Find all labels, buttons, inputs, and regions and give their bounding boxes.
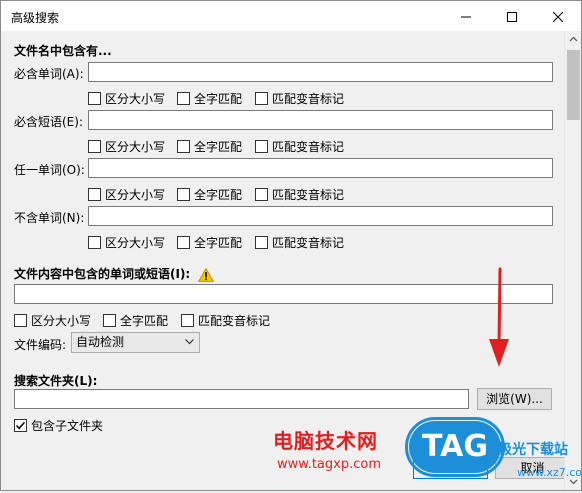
- encoding-label: 文件编码:: [14, 338, 67, 352]
- minimize-icon: [461, 16, 471, 17]
- must-phrase-input[interactable]: [88, 110, 553, 130]
- any-word-whole-checkbox[interactable]: 全字匹配: [177, 186, 242, 203]
- maximize-icon: [507, 11, 517, 22]
- content-section-title: 文件内容中包含的单词或短语(I):: [14, 265, 215, 282]
- tag-logo: TAG: [409, 421, 501, 473]
- maximize-button[interactable]: [489, 1, 535, 31]
- close-button[interactable]: [535, 1, 581, 31]
- window-title: 高级搜索: [11, 11, 60, 25]
- include-subfolders-checkbox[interactable]: 包含子文件夹: [14, 417, 103, 434]
- exclude-words-input[interactable]: [88, 206, 553, 226]
- encoding-select[interactable]: 自动检测: [71, 332, 200, 353]
- any-word-case-checkbox[interactable]: 区分大小写: [88, 186, 165, 203]
- watermark-site-name: 电脑技术网: [273, 429, 378, 453]
- scroll-up-button[interactable]: [565, 31, 582, 48]
- watermark-site-url: www.tagxp.com: [277, 457, 381, 472]
- exclude-words-whole-checkbox[interactable]: 全字匹配: [177, 234, 242, 251]
- any-word-diacritic-checkbox[interactable]: 匹配变音标记: [255, 186, 344, 203]
- filename-section-title: 文件名中包含有...: [14, 44, 112, 58]
- advanced-search-window: 高级搜索 文件名中包含有... 必含单词(A): 区分大小写 全字匹配 匹配变音…: [0, 0, 582, 491]
- any-word-input[interactable]: [88, 158, 553, 178]
- browse-button[interactable]: 浏览(W)...: [477, 388, 552, 410]
- any-word-label: 任一单词(O):: [14, 163, 85, 177]
- chevron-down-icon: [185, 339, 194, 345]
- must-words-label: 必含单词(A):: [14, 67, 84, 81]
- folder-section-title: 搜索文件夹(L):: [14, 374, 98, 388]
- close-icon: [552, 11, 564, 22]
- content-phrase-input[interactable]: [14, 284, 553, 304]
- vertical-scrollbar[interactable]: [564, 31, 581, 490]
- xz-watermark-url: www.xz7.com: [517, 466, 582, 479]
- must-words-input[interactable]: [88, 62, 553, 82]
- content-case-checkbox[interactable]: 区分大小写: [14, 312, 91, 329]
- chevron-up-icon: [569, 36, 578, 42]
- scroll-thumb[interactable]: [567, 50, 580, 120]
- must-phrase-whole-checkbox[interactable]: 全字匹配: [177, 138, 242, 155]
- xz-watermark-text: 极光下载站: [498, 442, 568, 458]
- must-words-diacritic-checkbox[interactable]: 匹配变音标记: [255, 90, 344, 107]
- minimize-button[interactable]: [443, 1, 489, 31]
- exclude-words-case-checkbox[interactable]: 区分大小写: [88, 234, 165, 251]
- must-words-whole-checkbox[interactable]: 全字匹配: [177, 90, 242, 107]
- must-phrase-label: 必含短语(E):: [14, 115, 83, 129]
- warning-icon: [198, 267, 215, 282]
- must-phrase-case-checkbox[interactable]: 区分大小写: [88, 138, 165, 155]
- must-words-case-checkbox[interactable]: 区分大小写: [88, 90, 165, 107]
- exclude-words-diacritic-checkbox[interactable]: 匹配变音标记: [255, 234, 344, 251]
- exclude-words-label: 不含单词(N):: [14, 211, 85, 225]
- checkmark-icon: [15, 421, 26, 430]
- content-diacritic-checkbox[interactable]: 匹配变音标记: [181, 312, 270, 329]
- folder-path-input[interactable]: [14, 389, 469, 409]
- annotation-arrow-icon: [489, 267, 509, 367]
- content-whole-checkbox[interactable]: 全字匹配: [103, 312, 168, 329]
- must-phrase-diacritic-checkbox[interactable]: 匹配变音标记: [255, 138, 344, 155]
- title-bar: 高级搜索: [1, 1, 581, 31]
